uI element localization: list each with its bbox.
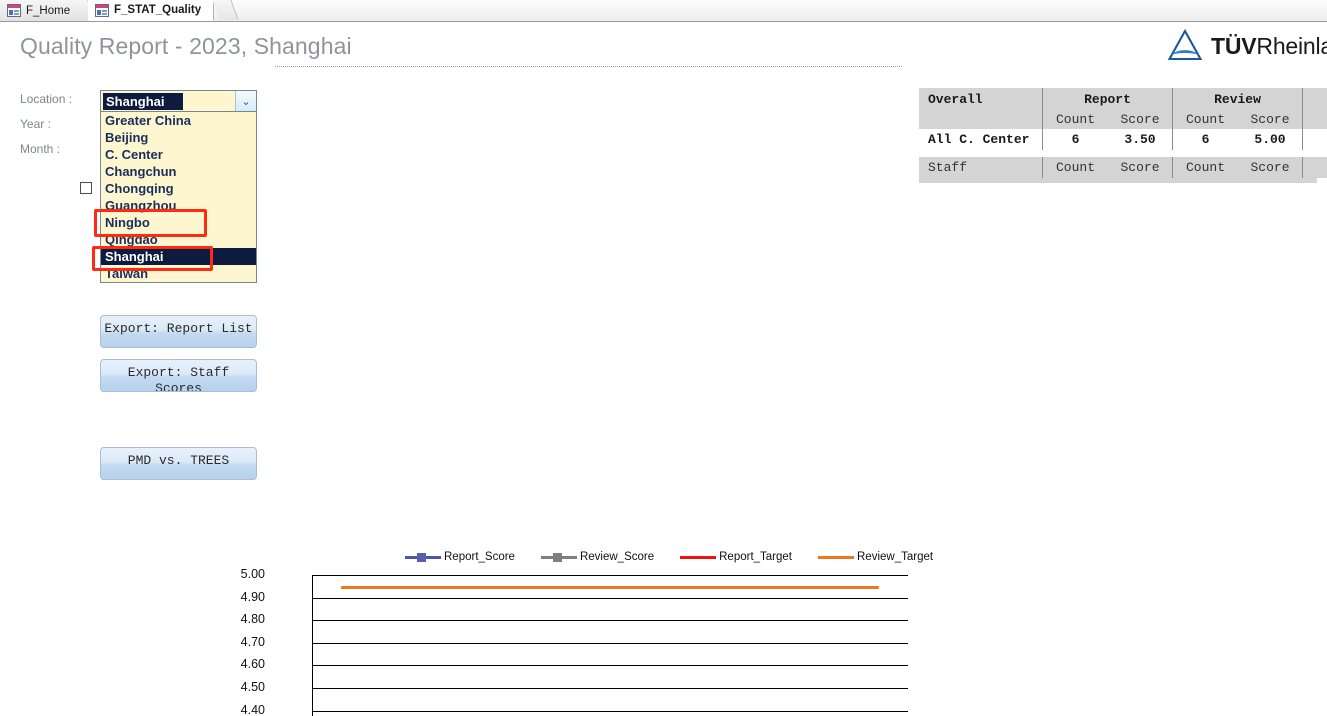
subheader-review-count: Count: [1173, 110, 1238, 129]
staff-report-count: Count: [1043, 157, 1108, 178]
table-group-header-row: Overall Report Review: [919, 88, 1327, 110]
staff-label: Staff: [919, 157, 1043, 178]
y-axis-tick-label: 4.40: [240, 702, 265, 716]
dropdown-option-qingdao[interactable]: Qingdao: [101, 231, 256, 248]
staff-review-count: Count: [1173, 157, 1238, 178]
filter-checkbox[interactable]: [80, 182, 92, 194]
form-icon: [7, 4, 21, 17]
brand-bold: TÜV: [1211, 32, 1257, 59]
table-row: All C. Center 6 3.50 6 5.00: [919, 129, 1327, 150]
row-review-count: 6: [1173, 129, 1238, 150]
chart-gridline: [313, 575, 908, 576]
export-staff-scores-button[interactable]: Export: Staff Scores: [100, 359, 257, 392]
y-axis-tick-label: 4.80: [240, 612, 265, 627]
brand-logo-text: TÜVRheinland®: [1211, 33, 1327, 60]
subheader-tail-spacer: [1303, 110, 1327, 129]
legend-swatch-report_score: [405, 552, 441, 562]
location-combobox[interactable]: Shanghai ⌄: [100, 90, 257, 112]
chart-plot-area: [312, 575, 908, 716]
legend-label-review_target: Review_Target: [857, 551, 934, 563]
header-review: Review: [1173, 88, 1303, 110]
brand-logo: TÜVRheinland®: [1167, 28, 1327, 64]
legend-item-review_target: Review_Target: [818, 551, 933, 563]
export-report-list-button[interactable]: Export: Report List: [100, 315, 257, 348]
location-dropdown-list[interactable]: Greater China Beijing C. Center Changchun Ch…: [100, 112, 257, 283]
dropdown-option-changchun[interactable]: Changchun: [101, 163, 256, 180]
legend-label-report_target: Report_Target: [719, 551, 792, 563]
subheader-report-score: Score: [1108, 110, 1173, 129]
chart-gridline: [313, 597, 908, 599]
score-trend-chart: Report_Score Review_Score Report_Target Rev…: [241, 548, 933, 716]
row-review-score: 5.00: [1238, 129, 1303, 150]
dropdown-option-shanghai[interactable]: Shanghai: [101, 248, 256, 265]
row-report-count: 6: [1043, 129, 1108, 150]
title-underline: [275, 66, 902, 67]
tab-f-stat-quality-label: F_STAT_Quality: [114, 4, 202, 16]
header-tail-spacer: [1303, 88, 1327, 110]
legend-marker-review_score: [552, 552, 562, 562]
header-report: Report: [1043, 88, 1173, 110]
subheader-review-score: Score: [1238, 110, 1303, 129]
dropdown-option-c-center[interactable]: C. Center: [101, 146, 256, 163]
dropdown-option-beijing[interactable]: Beijing: [101, 129, 256, 146]
tuv-rheinland-triangle-icon: [1167, 28, 1203, 64]
tab-f-stat-quality[interactable]: F_STAT_Quality: [88, 0, 215, 21]
legend-marker-report_score: [417, 552, 426, 562]
chevron-down-icon[interactable]: ⌄: [235, 91, 256, 111]
chart-gridline: [313, 665, 908, 667]
pmd-vs-trees-button[interactable]: PMD vs. TREES: [100, 447, 257, 480]
table-bottom-edge: [919, 178, 1317, 183]
dropdown-option-guangzhou[interactable]: Guangzhou: [101, 197, 256, 214]
staff-header-row: Staff Count Score Count Score: [919, 157, 1327, 178]
legend-item-review_score: Review_Score: [540, 551, 655, 563]
dropdown-option-taiwan[interactable]: Taiwan: [101, 265, 256, 282]
dropdown-option-chongqing[interactable]: Chongqing: [101, 180, 256, 197]
legend-label-report_score: Report_Score: [444, 551, 515, 563]
subheader-blank: [919, 110, 1043, 129]
legend-item-report_target: Report_Target: [680, 551, 792, 563]
staff-tail-spacer: [1303, 157, 1327, 178]
legend-swatch-review_score: [540, 552, 577, 562]
series-line-review_target: [341, 586, 879, 590]
tab-bar: F_Home F_STAT_Quality: [0, 0, 1327, 22]
subheader-report-count: Count: [1043, 110, 1108, 129]
staff-report-score: Score: [1108, 157, 1173, 178]
form-icon: [95, 3, 109, 17]
row-name: All C. Center: [919, 129, 1043, 150]
combobox-field-fill: [183, 91, 235, 111]
chart-legend: Report_Score Review_Score Report_Target Rev…: [405, 551, 933, 563]
summary-table: Overall Report Review Count Score Count …: [919, 88, 1327, 183]
brand-light: Rheinland: [1256, 32, 1327, 59]
row-tail-spacer: [1303, 129, 1327, 150]
tab-f-home-label: F_Home: [26, 4, 71, 17]
y-axis-tick-label: 4.60: [240, 657, 265, 672]
location-selected-value: Shanghai: [103, 92, 183, 110]
dropdown-option-greater-china[interactable]: Greater China: [101, 112, 256, 129]
page-title: Quality Report - 2023, Shanghai: [20, 33, 352, 59]
month-label: Month :: [20, 142, 61, 156]
y-axis-tick-label: 4.70: [240, 634, 265, 649]
chart-gridline: [313, 642, 908, 644]
row-report-score: 3.50: [1108, 129, 1173, 150]
legend-swatch-report_target: [680, 555, 717, 559]
legend-swatch-review_target: [818, 555, 854, 559]
y-axis-tick-label: 4.90: [240, 589, 265, 604]
chart-gridline: [313, 710, 908, 712]
table-subheader-row: Count Score Count Score: [919, 110, 1327, 129]
chart-gridline: [313, 688, 908, 689]
legend-item-report_score: Report_Score: [405, 551, 515, 563]
header-overall: Overall: [919, 88, 1043, 110]
location-label: Location :: [20, 92, 73, 106]
y-axis-tick-label: 5.00: [240, 567, 265, 581]
app-window: F_Home F_STAT_Quality Quality Report - 2…: [0, 0, 1327, 716]
chart-gridline: [313, 620, 908, 622]
y-axis-tick-label: 4.50: [240, 680, 265, 694]
staff-review-score: Score: [1238, 157, 1303, 178]
dropdown-option-ningbo[interactable]: Ningbo: [101, 214, 256, 231]
table-gap: [919, 150, 1327, 157]
year-label: Year :: [20, 117, 51, 131]
tab-f-home[interactable]: F_Home: [0, 0, 84, 21]
legend-label-review_score: Review_Score: [579, 551, 655, 563]
